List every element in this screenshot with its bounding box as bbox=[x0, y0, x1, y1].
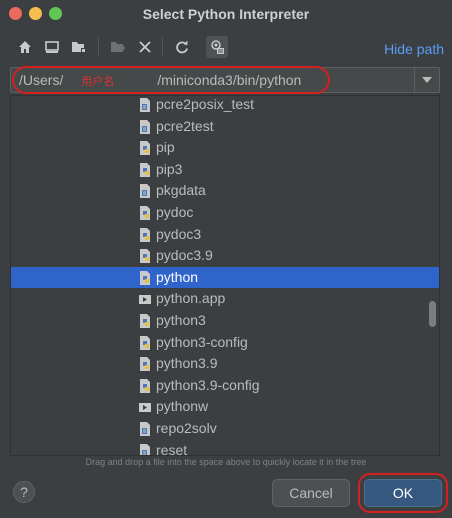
tree-row-label: pydoc3.9 bbox=[156, 247, 213, 264]
python-file-icon bbox=[137, 270, 153, 286]
tree-row-label: reset bbox=[156, 441, 188, 456]
tree-row[interactable]: python3.9 bbox=[11, 353, 439, 374]
tree-row-label: pythonw bbox=[156, 398, 209, 415]
tree-row[interactable]: pkgdata bbox=[11, 180, 439, 201]
tree-row-label: pydoc3 bbox=[156, 225, 202, 242]
tree-row-label: python bbox=[156, 268, 199, 285]
tree-row[interactable]: repo2solv bbox=[11, 418, 439, 439]
tree-row-label: pcre2posix_test bbox=[156, 96, 255, 112]
drag-drop-hint: Drag and drop a file into the space abov… bbox=[85, 457, 367, 467]
tree-row-label: python3 bbox=[156, 312, 206, 328]
tree-row-label: pip3 bbox=[156, 160, 183, 177]
path-suffix: /miniconda3/bin/python bbox=[157, 72, 302, 88]
ok-button[interactable]: OK bbox=[364, 479, 442, 507]
redaction-label: 用户名 bbox=[81, 76, 115, 88]
desktop-icon[interactable] bbox=[41, 36, 63, 58]
tree-row-label: pip bbox=[156, 139, 175, 156]
executable-file-icon bbox=[137, 183, 153, 199]
tree-row[interactable]: pythonw bbox=[11, 396, 439, 417]
python-file-icon bbox=[137, 356, 153, 372]
tree-row-label: python.app bbox=[156, 290, 226, 307]
tree-row[interactable]: pcre2posix_test bbox=[11, 96, 439, 115]
tree-row-label: python3-config bbox=[156, 333, 248, 350]
project-folder-icon[interactable] bbox=[68, 36, 90, 58]
home-icon[interactable] bbox=[14, 36, 36, 58]
executable-file-icon bbox=[137, 119, 153, 135]
tree-row[interactable]: pydoc3 bbox=[11, 224, 439, 245]
python-file-icon bbox=[137, 378, 153, 394]
folder-expand-icon bbox=[137, 291, 153, 307]
redacted-username: 用户名 bbox=[63, 73, 158, 88]
tree-row[interactable]: reset bbox=[11, 440, 439, 456]
path-input[interactable]: /Users/用户名/miniconda3/bin/python bbox=[10, 67, 440, 93]
tree-row[interactable]: python3 bbox=[11, 310, 439, 331]
executable-file-icon bbox=[137, 421, 153, 437]
python-file-icon bbox=[137, 335, 153, 351]
tree-row-label: pydoc bbox=[156, 204, 194, 220]
tree-row[interactable]: python3.9-config bbox=[11, 375, 439, 396]
python-file-icon bbox=[137, 205, 153, 221]
tree-row-label: python3.9-config bbox=[156, 376, 260, 393]
tree-row-label: pkgdata bbox=[156, 182, 206, 199]
tree-row[interactable]: python.app bbox=[11, 288, 439, 309]
delete-icon[interactable] bbox=[134, 36, 156, 58]
tree-row[interactable]: pydoc3.9 bbox=[11, 245, 439, 266]
tree-row[interactable]: python3-config bbox=[11, 332, 439, 353]
tree-row-label: repo2solv bbox=[156, 420, 217, 436]
tree-row[interactable]: pip bbox=[11, 137, 439, 158]
cancel-button[interactable]: Cancel bbox=[272, 479, 350, 507]
toolbar: Hide path bbox=[0, 34, 452, 62]
new-folder-icon[interactable] bbox=[107, 36, 129, 58]
tree-row[interactable]: pydoc bbox=[11, 202, 439, 223]
tree-row-label: python3.9 bbox=[156, 355, 218, 372]
chevron-down-icon bbox=[422, 77, 432, 83]
python-file-icon bbox=[137, 162, 153, 178]
show-hidden-files-icon[interactable] bbox=[206, 36, 228, 58]
tree-row[interactable]: pcre2test bbox=[11, 116, 439, 137]
python-file-icon bbox=[137, 227, 153, 243]
python-file-icon bbox=[137, 313, 153, 329]
executable-file-icon bbox=[137, 97, 153, 113]
hide-path-link[interactable]: Hide path bbox=[384, 41, 444, 57]
tree-row[interactable]: pip3 bbox=[11, 159, 439, 180]
path-prefix: /Users/ bbox=[19, 72, 64, 88]
folder-expand-icon bbox=[137, 399, 153, 415]
path-history-dropdown[interactable] bbox=[414, 68, 439, 92]
executable-file-icon bbox=[137, 443, 153, 455]
python-file-icon bbox=[137, 248, 153, 264]
python-file-icon bbox=[137, 140, 153, 156]
refresh-icon[interactable] bbox=[171, 36, 193, 58]
tree-row-label: pcre2test bbox=[156, 117, 214, 134]
path-value: /Users/用户名/miniconda3/bin/python bbox=[19, 72, 301, 88]
file-tree[interactable]: pcre2posix_test pcre2test pip pip3 pkgdata py… bbox=[10, 95, 440, 456]
toolbar-separator bbox=[98, 38, 99, 56]
toolbar-separator bbox=[162, 38, 163, 56]
dialog-title: Select Python Interpreter bbox=[142, 6, 310, 22]
title-bar: Select Python Interpreter bbox=[0, 0, 452, 28]
help-button[interactable]: ? bbox=[13, 481, 35, 503]
tree-row[interactable]: python bbox=[11, 266, 439, 288]
